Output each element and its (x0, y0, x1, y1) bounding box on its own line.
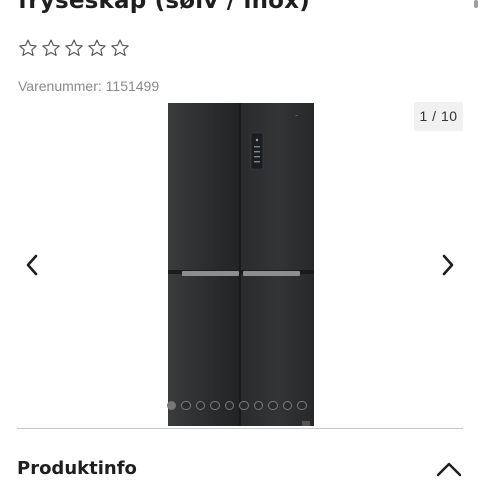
star-icon[interactable] (87, 38, 107, 58)
gallery-next-button[interactable] (433, 250, 463, 280)
rating-stars[interactable] (18, 38, 130, 58)
gallery-dot[interactable] (210, 401, 220, 411)
star-icon[interactable] (64, 38, 84, 58)
gallery-dot[interactable] (181, 401, 191, 411)
scrollbar-thumb[interactable] (474, 0, 478, 8)
image-counter: 1 / 10 (414, 102, 463, 131)
gallery-dot[interactable] (282, 401, 293, 411)
chevron-up-icon[interactable] (435, 460, 463, 478)
section-divider (17, 428, 463, 429)
star-icon[interactable] (18, 38, 38, 58)
gallery-dot[interactable] (195, 401, 206, 411)
product-title: fryseskap (sølv / inox) (18, 0, 310, 14)
star-icon[interactable] (41, 38, 61, 58)
svg-text:~: ~ (295, 113, 298, 118)
sku-number: Varenummer: 1151499 (18, 78, 160, 94)
gallery-dot[interactable] (239, 401, 249, 411)
gallery-dot[interactable] (297, 401, 307, 411)
gallery-dot[interactable] (224, 401, 235, 411)
gallery-dot[interactable] (167, 401, 177, 411)
product-image-fridge[interactable]: ~ (168, 103, 314, 426)
gallery-prev-button[interactable] (17, 250, 47, 280)
chevron-left-icon (26, 254, 38, 276)
gallery-dot[interactable] (253, 401, 264, 411)
star-icon[interactable] (110, 38, 130, 58)
gallery-dot[interactable] (268, 401, 278, 411)
section-title: Produktinfo (17, 458, 137, 479)
gallery-pagination-dots (167, 401, 307, 411)
chevron-right-icon (442, 254, 454, 276)
produktinfo-accordion-header[interactable]: Produktinfo (17, 452, 463, 480)
product-image-gallery[interactable]: ~ 1 / 10 (0, 95, 480, 426)
